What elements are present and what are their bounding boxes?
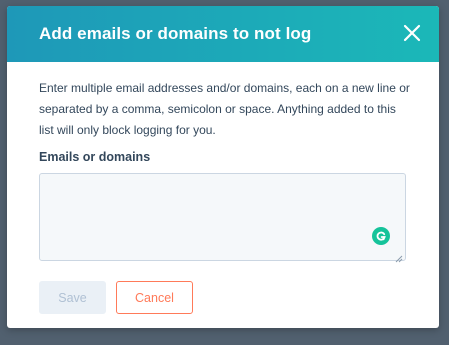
grammarly-icon[interactable] — [372, 227, 390, 245]
dialog: Add emails or domains to not log Enter m… — [7, 6, 439, 328]
dialog-body: Enter multiple email addresses and/or do… — [7, 62, 439, 314]
dialog-title: Add emails or domains to not log — [39, 24, 312, 43]
close-icon[interactable] — [402, 23, 422, 43]
save-button[interactable]: Save — [39, 281, 106, 314]
dialog-header: Add emails or domains to not log — [7, 6, 439, 62]
cancel-button[interactable]: Cancel — [116, 281, 193, 314]
dialog-footer: Save Cancel — [39, 281, 407, 314]
resize-handle-icon[interactable] — [395, 250, 403, 263]
emails-field-wrapper — [39, 173, 406, 263]
emails-domains-textarea[interactable] — [39, 173, 406, 261]
emails-field-label: Emails or domains — [39, 150, 151, 164]
dialog-description: Enter multiple email addresses and/or do… — [39, 81, 410, 137]
